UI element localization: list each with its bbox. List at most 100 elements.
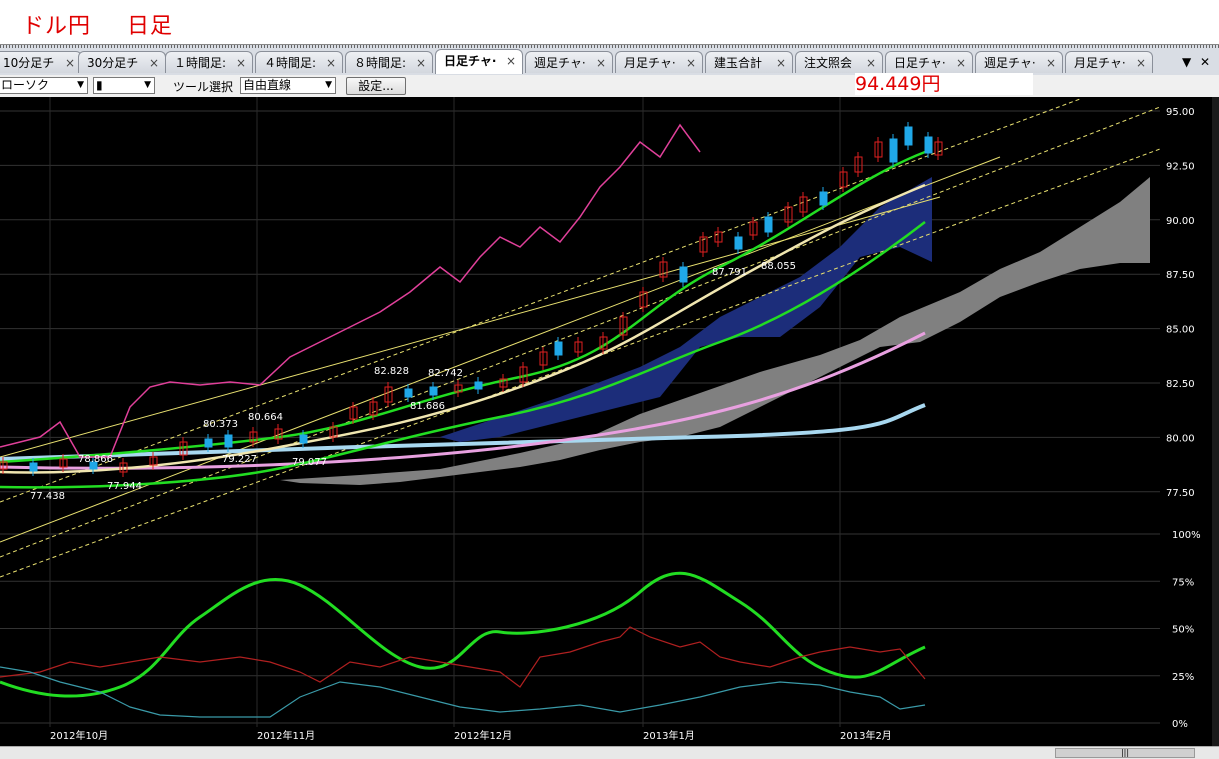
chart-type-value: ローソク (1, 78, 50, 92)
price-axis-tick: 85.00 (1166, 325, 1195, 336)
horizontal-scrollbar[interactable]: ||| (0, 746, 1219, 759)
time-axis-tick: 2012年11月 (257, 729, 315, 742)
oscillator-teal-line (0, 666, 926, 718)
tab-3[interactable]: １時間足: × (165, 51, 253, 73)
close-icon[interactable]: × (776, 52, 786, 73)
close-icon[interactable]: × (956, 52, 966, 73)
chevron-down-icon: ▼ (144, 80, 151, 90)
close-icon[interactable]: × (1136, 52, 1146, 73)
vertical-scrollbar[interactable] (1212, 97, 1219, 746)
close-icon[interactable]: × (65, 52, 75, 73)
close-icon[interactable]: × (416, 52, 426, 73)
candle (204, 438, 213, 448)
price-axis-tick: 90.00 (1166, 216, 1195, 227)
candle (474, 381, 483, 390)
price-annotation: 77.944 (107, 481, 142, 492)
candle-style-select[interactable]: ▮ ▼ (93, 77, 155, 94)
tab-2[interactable]: 30分足チ × (78, 51, 166, 73)
chart-toolbar: ローソク ▼ ▮ ▼ ツール選択 自由直線 ▼ 設定... (0, 75, 1219, 98)
tab-6[interactable]: 日足チャ· × (435, 49, 523, 74)
tab-label: ８時間足: (354, 56, 407, 70)
oscillator-axis-tick: 0% (1172, 719, 1188, 730)
close-icon[interactable]: × (326, 52, 336, 73)
tab-label: 建玉合計 (714, 56, 763, 70)
tab-4[interactable]: ４時間足: × (255, 51, 343, 73)
window-close-icon[interactable]: ✕ (1200, 55, 1210, 69)
candle (819, 191, 828, 206)
candle (404, 388, 413, 398)
price-annotation: 79.227 (222, 454, 257, 465)
chevron-down-icon: ▼ (77, 80, 84, 90)
tab-label: 日足チャ· (444, 54, 497, 68)
oscillator-axis-tick: 100% (1172, 530, 1201, 541)
price-annotation: 79.077 (292, 457, 327, 468)
tab-10[interactable]: 注文照会 × (795, 51, 883, 73)
close-icon[interactable]: × (686, 52, 696, 73)
tab-label: 週足チャ· (534, 56, 586, 70)
oscillator-main-line (0, 571, 926, 698)
candle (764, 216, 773, 233)
trend-line (0, 196, 941, 458)
settings-button[interactable]: 設定... (346, 77, 406, 95)
tab-label: 日足チャ· (894, 56, 946, 70)
price-axis-tick: 87.50 (1166, 270, 1195, 281)
close-icon[interactable]: × (866, 52, 876, 73)
candle (679, 266, 688, 283)
price-axis-tick: 95.00 (1166, 107, 1195, 118)
candle (904, 126, 913, 146)
price-axis-tick: 82.50 (1166, 379, 1195, 390)
candle (224, 434, 233, 448)
drawing-tool-select[interactable]: 自由直線 ▼ (240, 77, 336, 94)
candle (554, 341, 563, 356)
tab-11[interactable]: 日足チャ· × (885, 51, 973, 73)
close-icon[interactable]: × (236, 52, 246, 73)
oscillator-axis-tick: 50% (1172, 625, 1194, 636)
chart-canvas[interactable]: 95.00 92.50 90.00 87.50 85.00 82.50 80.00 77.50… (0, 97, 1219, 746)
tab-label: １時間足: (174, 56, 227, 70)
tab-list-dropdown-icon[interactable]: ▼ (1182, 55, 1191, 69)
candle-style-value: ▮ (96, 78, 103, 92)
window-title: ドル円 日足 (22, 8, 209, 40)
trend-channel-dashed-line (0, 106, 1161, 558)
price-axis-tick: 77.50 (1166, 488, 1195, 499)
price-axis-tick: 80.00 (1166, 433, 1195, 444)
price-annotation: 87.791 (712, 267, 747, 278)
tab-9[interactable]: 建玉合計 × (705, 51, 793, 73)
tab-13[interactable]: 月足チャ· × (1065, 51, 1153, 73)
price-annotation: 78.866 (78, 454, 113, 465)
tab-label: 月足チャ· (1074, 56, 1126, 70)
drawing-tool-value: 自由直線 (243, 78, 292, 92)
close-icon[interactable]: × (596, 52, 606, 73)
price-annotation: 88.055 (761, 261, 796, 272)
tab-label: 30分足チ (87, 56, 139, 70)
tab-1[interactable]: 10分足チ × (0, 51, 82, 73)
time-axis-tick: 2012年12月 (454, 729, 512, 742)
close-icon[interactable]: × (149, 52, 159, 73)
price-annotation: 80.373 (203, 419, 238, 430)
candle (734, 236, 743, 250)
tab-label: 月足チャ· (624, 56, 676, 70)
tab-label: ４時間足: (264, 56, 317, 70)
close-icon[interactable]: × (506, 50, 516, 72)
current-price-display: 94.449円 (855, 73, 1033, 95)
price-annotation: 77.438 (30, 491, 65, 502)
candle (889, 138, 898, 163)
tab-label: 10分足チ (3, 56, 55, 70)
candle (429, 386, 438, 396)
timeframe-label: 日足 (127, 14, 174, 39)
tab-5[interactable]: ８時間足: × (345, 51, 433, 73)
chart-type-select[interactable]: ローソク ▼ (0, 77, 88, 94)
oscillator-axis-tick: 25% (1172, 672, 1194, 683)
close-icon[interactable]: × (1046, 52, 1056, 73)
tab-8[interactable]: 月足チャ· × (615, 51, 703, 73)
tab-label: 週足チャ· (984, 56, 1036, 70)
candle (29, 462, 38, 472)
price-axis-tick: 92.50 (1166, 161, 1195, 172)
scrollbar-thumb[interactable]: ||| (1055, 748, 1195, 758)
tab-12[interactable]: 週足チャ· × (975, 51, 1063, 73)
price-chart[interactable]: 95.00 92.50 90.00 87.50 85.00 82.50 80.00 77.50… (0, 97, 1219, 746)
moving-average-mid (0, 331, 926, 470)
tab-7[interactable]: 週足チャ· × (525, 51, 613, 73)
time-axis-tick: 2012年10月 (50, 729, 108, 742)
currency-pair-label: ドル円 (22, 14, 92, 39)
